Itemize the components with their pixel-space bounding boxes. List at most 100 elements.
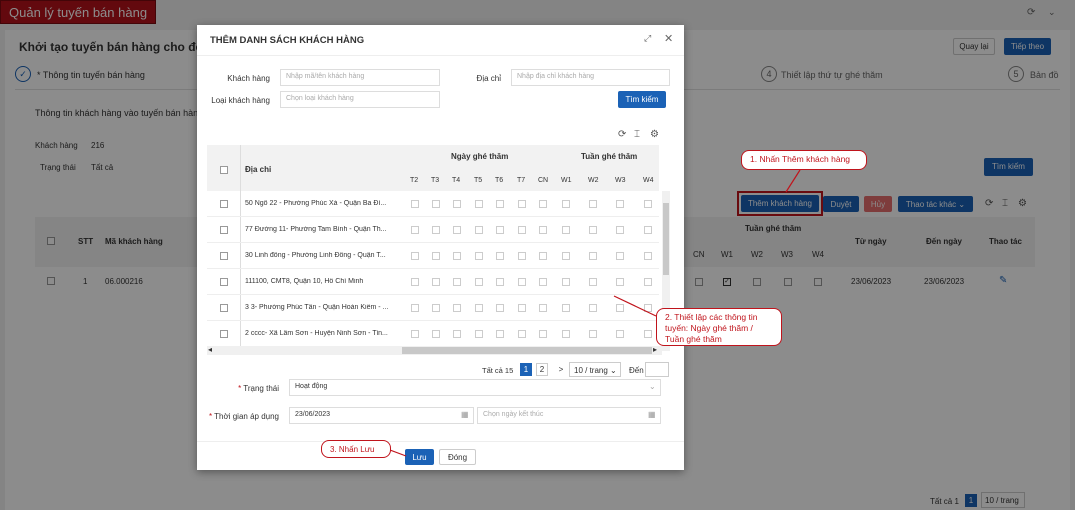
modal-footer-divider — [197, 441, 684, 442]
modal-row-day-checkbox[interactable] — [589, 304, 597, 312]
den-ngay-input[interactable]: Chọn ngày kết thúc — [477, 407, 661, 424]
table-settings-icon[interactable]: ⚙ — [650, 129, 659, 141]
modal-row-day-checkbox[interactable] — [518, 304, 526, 312]
modal-row-day-checkbox[interactable] — [539, 304, 547, 312]
horizontal-scrollbar-thumb[interactable] — [402, 347, 652, 354]
modal-row-day-checkbox[interactable] — [453, 226, 461, 234]
modal-row-day-checkbox[interactable] — [562, 200, 570, 208]
modal-row-day-checkbox[interactable] — [411, 226, 419, 234]
modal-row-day-checkbox[interactable] — [589, 330, 597, 338]
modal-row-day-checkbox[interactable] — [539, 252, 547, 260]
scroll-left-icon[interactable]: ◂ — [208, 345, 212, 354]
modal-row-day-checkbox[interactable] — [616, 226, 624, 234]
modal-row-day-checkbox[interactable] — [453, 278, 461, 286]
modal-row-day-checkbox[interactable] — [496, 226, 504, 234]
close-icon[interactable]: ✕ — [664, 32, 673, 45]
modal-row-day-checkbox[interactable] — [496, 330, 504, 338]
modal-row-day-checkbox[interactable] — [616, 330, 624, 338]
modal-row-day-checkbox[interactable] — [644, 200, 652, 208]
modal-row-day-checkbox[interactable] — [616, 278, 624, 286]
modal-row-day-checkbox[interactable] — [432, 200, 440, 208]
modal-row-day-checkbox[interactable] — [432, 304, 440, 312]
callout-2: 2. Thiết lập các thông tin tuyến: Ngày g… — [656, 308, 782, 346]
modal-row-day-checkbox[interactable] — [411, 252, 419, 260]
modal-row-day-checkbox[interactable] — [411, 304, 419, 312]
modal-row-day-checkbox[interactable] — [475, 226, 483, 234]
modal-row-day-checkbox[interactable] — [644, 278, 652, 286]
modal-row-day-checkbox[interactable] — [589, 278, 597, 286]
modal-row-day-checkbox[interactable] — [518, 200, 526, 208]
col-w2-modal: W2 — [588, 177, 599, 184]
modal-row-day-checkbox[interactable] — [539, 330, 547, 338]
modal-row-day-checkbox[interactable] — [475, 278, 483, 286]
dia-chi-input[interactable]: Nhập địa chỉ khách hàng — [511, 69, 670, 86]
modal-row-day-checkbox[interactable] — [562, 278, 570, 286]
modal-row-checkbox[interactable] — [220, 304, 228, 312]
modal-row-day-checkbox[interactable] — [475, 200, 483, 208]
modal-row-day-checkbox[interactable] — [411, 330, 419, 338]
modal-row-day-checkbox[interactable] — [518, 278, 526, 286]
modal-row-day-checkbox[interactable] — [432, 252, 440, 260]
scroll-right-icon[interactable]: ▸ — [653, 345, 657, 354]
modal-row-day-checkbox[interactable] — [616, 252, 624, 260]
modal-row-day-checkbox[interactable] — [539, 278, 547, 286]
modal-pager-page-2[interactable]: 2 — [536, 363, 548, 376]
modal-select-all[interactable] — [220, 166, 228, 174]
close-button[interactable]: Đóng — [439, 449, 476, 465]
modal-row-checkbox[interactable] — [220, 278, 228, 286]
expand-icon[interactable]: ⤢ — [644, 33, 651, 44]
modal-row-day-checkbox[interactable] — [644, 330, 652, 338]
modal-row-checkbox[interactable] — [220, 200, 228, 208]
modal-row-checkbox[interactable] — [220, 252, 228, 260]
modal-row-day-checkbox[interactable] — [496, 252, 504, 260]
modal-search-button[interactable]: Tìm kiếm — [618, 91, 666, 108]
table-density-icon[interactable]: ⌶ — [634, 129, 640, 141]
modal-row-checkbox[interactable] — [220, 330, 228, 338]
modal-row-day-checkbox[interactable] — [562, 252, 570, 260]
modal-row-day-checkbox[interactable] — [562, 330, 570, 338]
loai-select[interactable]: Chọn loại khách hàng — [280, 91, 440, 108]
modal-row-day-checkbox[interactable] — [475, 252, 483, 260]
kh-input[interactable]: Nhập mã/tên khách hàng — [280, 69, 440, 86]
vertical-scrollbar-thumb[interactable] — [663, 203, 669, 275]
modal-pager-size[interactable]: 10 / trang ⌄ — [569, 362, 621, 377]
modal-row-day-checkbox[interactable] — [616, 200, 624, 208]
modal-row-day-checkbox[interactable] — [539, 200, 547, 208]
modal-row-day-checkbox[interactable] — [496, 278, 504, 286]
modal-pager-next[interactable]: > — [555, 363, 567, 376]
modal-row-day-checkbox[interactable] — [453, 252, 461, 260]
tu-ngay-input[interactable]: 23/06/2023 — [289, 407, 474, 424]
modal-row-day-checkbox[interactable] — [562, 226, 570, 234]
trang-thai-select[interactable]: Hoạt động — [289, 379, 661, 396]
modal-row-day-checkbox[interactable] — [411, 200, 419, 208]
modal-row-day-checkbox[interactable] — [432, 278, 440, 286]
modal-row-day-checkbox[interactable] — [453, 330, 461, 338]
modal-row-day-checkbox[interactable] — [411, 278, 419, 286]
modal-row-day-checkbox[interactable] — [539, 226, 547, 234]
modal-row-day-checkbox[interactable] — [589, 226, 597, 234]
modal-row-day-checkbox[interactable] — [589, 200, 597, 208]
modal-row-day-checkbox[interactable] — [475, 304, 483, 312]
col-dia-chi: Địa chỉ — [245, 165, 272, 174]
modal-row-day-checkbox[interactable] — [644, 226, 652, 234]
modal-row-day-checkbox[interactable] — [432, 226, 440, 234]
modal-row-day-checkbox[interactable] — [518, 226, 526, 234]
modal-row-address: 77 Đường 11- Phường Tam Bình - Quận Th..… — [245, 226, 387, 233]
modal-row-day-checkbox[interactable] — [562, 304, 570, 312]
modal-row-day-checkbox[interactable] — [453, 200, 461, 208]
modal-row-day-checkbox[interactable] — [432, 330, 440, 338]
modal-row-day-checkbox[interactable] — [644, 252, 652, 260]
table-reload-icon[interactable]: ⟳ — [618, 129, 626, 141]
modal-row-day-checkbox[interactable] — [496, 304, 504, 312]
modal-row-day-checkbox[interactable] — [518, 330, 526, 338]
den-ngay-calendar-icon[interactable]: ▦ — [648, 410, 656, 419]
modal-row-day-checkbox[interactable] — [496, 200, 504, 208]
modal-row-day-checkbox[interactable] — [453, 304, 461, 312]
modal-pager-page-1[interactable]: 1 — [520, 363, 532, 376]
modal-row-day-checkbox[interactable] — [518, 252, 526, 260]
modal-row-day-checkbox[interactable] — [589, 252, 597, 260]
modal-pager-goto-input[interactable] — [645, 362, 669, 377]
modal-row-checkbox[interactable] — [220, 226, 228, 234]
modal-row-day-checkbox[interactable] — [475, 330, 483, 338]
tu-ngay-calendar-icon[interactable]: ▦ — [461, 410, 469, 419]
